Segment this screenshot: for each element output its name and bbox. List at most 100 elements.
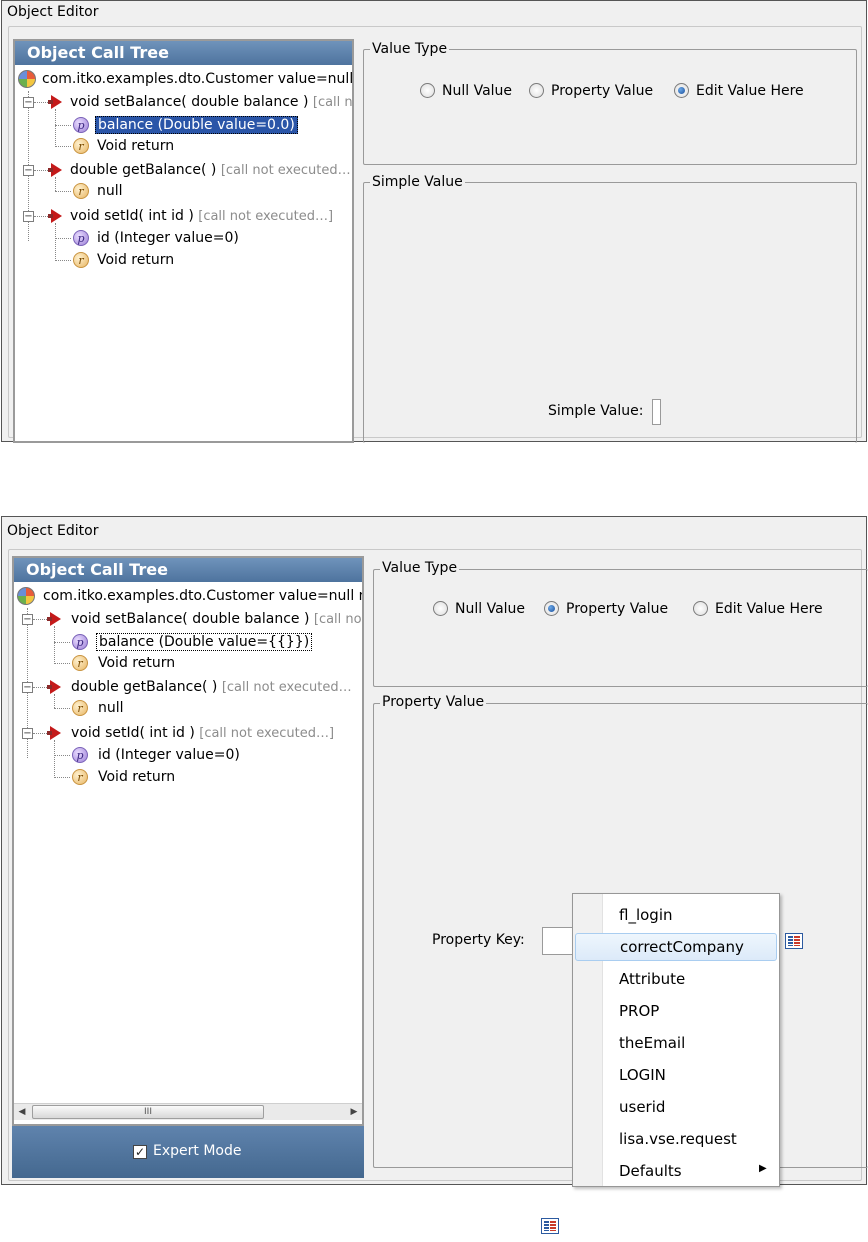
- collapse-icon[interactable]: −: [22, 728, 33, 739]
- tree-line: [55, 191, 71, 192]
- tree-line: [33, 733, 47, 734]
- param-icon: p: [72, 747, 88, 763]
- submenu-arrow-icon: ▶: [759, 1163, 767, 1174]
- simple-value-input[interactable]: [652, 399, 661, 425]
- object-editor-panel-top: Object Editor Object Call Tree com.itko.…: [1, 0, 867, 443]
- scroll-left-icon[interactable]: ◀: [14, 1104, 30, 1120]
- tree-node-set-balance[interactable]: void setBalance( double balance ) [call …: [70, 91, 353, 113]
- radio-label: Property Value: [551, 83, 654, 99]
- panel-title: Object Editor: [7, 4, 99, 20]
- tree-node-void-return[interactable]: Void return: [98, 766, 175, 788]
- tree-node-balance-param[interactable]: balance (Double value={{}}): [96, 631, 313, 653]
- simple-value-label: Simple Value:: [548, 403, 644, 419]
- tree-node-void-return[interactable]: Void return: [97, 249, 174, 271]
- void-return-label: Void return: [98, 769, 176, 785]
- tree-root-node[interactable]: com.itko.examples.dto.Customer value=nul…: [42, 68, 354, 90]
- method-icon: [47, 612, 61, 626]
- tree-header: Object Call Tree: [14, 558, 362, 582]
- tree-line: [55, 238, 71, 239]
- value-type-group: [373, 569, 868, 687]
- tree-line: [55, 146, 71, 147]
- void-return-label: Void return: [97, 138, 175, 154]
- method-note: [call not executed…]: [199, 726, 335, 741]
- scroll-right-icon[interactable]: ▶: [346, 1104, 362, 1120]
- return-icon: r: [72, 655, 88, 671]
- tree-line: [54, 755, 70, 756]
- method-label: void setId( int id ): [71, 725, 195, 741]
- scroll-thumb[interactable]: III: [32, 1105, 264, 1119]
- null-return-label: null: [97, 183, 123, 199]
- menu-item-submenu[interactable]: Defaults: [575, 1157, 777, 1185]
- tree-node-balance-param[interactable]: balance (Double value=0.0): [95, 114, 298, 136]
- param-icon: p: [72, 634, 88, 650]
- tree-line: [54, 740, 55, 778]
- property-picker-icon: [541, 1218, 559, 1234]
- tree-root-node[interactable]: com.itko.examples.dto.Customer value=nul…: [43, 585, 364, 607]
- tree-node-void-return[interactable]: Void return: [97, 135, 174, 157]
- tree-node-get-balance[interactable]: double getBalance( ) [call not executed…: [71, 676, 352, 698]
- tree-node-void-return[interactable]: Void return: [98, 652, 175, 674]
- method-note: [call not: [312, 95, 353, 110]
- tree-node-null-return[interactable]: null: [98, 697, 124, 719]
- radio-icon: [693, 601, 708, 616]
- id-param-label: id (Integer value=0): [98, 747, 240, 763]
- tree-root-label: com.itko.examples.dto.Customer value=nul…: [43, 588, 364, 604]
- tree-root-label: com.itko.examples.dto.Customer value=nul…: [42, 71, 354, 87]
- method-label: double getBalance( ): [70, 162, 217, 178]
- property-key-dropdown[interactable]: fl_login correctCompany Attribute PROP t…: [572, 893, 780, 1187]
- tree-node-id-param[interactable]: id (Integer value=0): [98, 744, 240, 766]
- menu-item[interactable]: PROP: [575, 997, 777, 1025]
- collapse-icon[interactable]: −: [22, 682, 33, 693]
- menu-item-highlighted[interactable]: correctCompany: [575, 933, 777, 961]
- property-key-input[interactable]: [542, 927, 574, 955]
- menu-item[interactable]: LOGIN: [575, 1061, 777, 1089]
- collapse-icon[interactable]: −: [23, 97, 34, 108]
- tree-line: [55, 109, 56, 145]
- menu-item[interactable]: theEmail: [575, 1029, 777, 1057]
- param-icon: p: [73, 117, 89, 133]
- null-return-label: null: [98, 700, 124, 716]
- tree-line: [55, 125, 71, 126]
- return-icon: r: [72, 769, 88, 785]
- menu-item[interactable]: Attribute: [575, 965, 777, 993]
- balance-param-label: balance (Double value={{}}): [96, 633, 313, 651]
- radio-label: Null Value: [442, 83, 513, 99]
- tree-line: [34, 170, 48, 171]
- tree-node-set-id[interactable]: void setId( int id ) [call not executed……: [71, 722, 334, 744]
- tree-line: [54, 694, 55, 708]
- menu-item[interactable]: lisa.vse.request: [575, 1125, 777, 1153]
- property-picker-icon[interactable]: [785, 933, 803, 949]
- tree-line: [54, 642, 70, 643]
- expert-mode-bar: ✓ Expert Mode: [12, 1126, 364, 1178]
- tree-node-set-id[interactable]: void setId( int id ) [call not executed……: [70, 205, 333, 227]
- tree-line: [33, 619, 47, 620]
- radio-label: Edit Value Here: [715, 601, 823, 617]
- radio-icon: [529, 83, 544, 98]
- tree-line: [54, 708, 70, 709]
- object-call-tree[interactable]: Object Call Tree com.itko.examples.dto.C…: [13, 39, 354, 443]
- void-return-label: Void return: [97, 252, 175, 268]
- tree-line: [34, 102, 48, 103]
- value-type-label: Value Type: [370, 41, 450, 57]
- collapse-icon[interactable]: −: [22, 614, 33, 625]
- object-icon: [18, 70, 36, 88]
- expert-mode-label: Expert Mode: [153, 1143, 242, 1159]
- radio-selected-icon: [674, 83, 689, 98]
- tree-node-set-balance[interactable]: void setBalance( double balance ) [call …: [71, 608, 362, 630]
- method-icon: [48, 209, 62, 223]
- return-icon: r: [72, 700, 88, 716]
- collapse-icon[interactable]: −: [23, 165, 34, 176]
- object-call-tree[interactable]: Object Call Tree com.itko.examples.dto.C…: [12, 556, 364, 1126]
- tree-line: [34, 216, 48, 217]
- expert-mode-checkbox[interactable]: ✓: [133, 1145, 147, 1159]
- menu-item[interactable]: userid: [575, 1093, 777, 1121]
- collapse-icon[interactable]: −: [23, 211, 34, 222]
- tree-node-id-param[interactable]: id (Integer value=0): [97, 227, 239, 249]
- tree-node-get-balance[interactable]: double getBalance( ) [call not executed…: [70, 159, 351, 181]
- horizontal-scrollbar[interactable]: ◀ III ▶: [14, 1103, 362, 1120]
- tree-line: [55, 177, 56, 191]
- tree-node-null-return[interactable]: null: [97, 180, 123, 202]
- tree-line: [54, 777, 70, 778]
- menu-item[interactable]: fl_login: [575, 901, 777, 929]
- method-note: [call not executed…: [220, 163, 351, 178]
